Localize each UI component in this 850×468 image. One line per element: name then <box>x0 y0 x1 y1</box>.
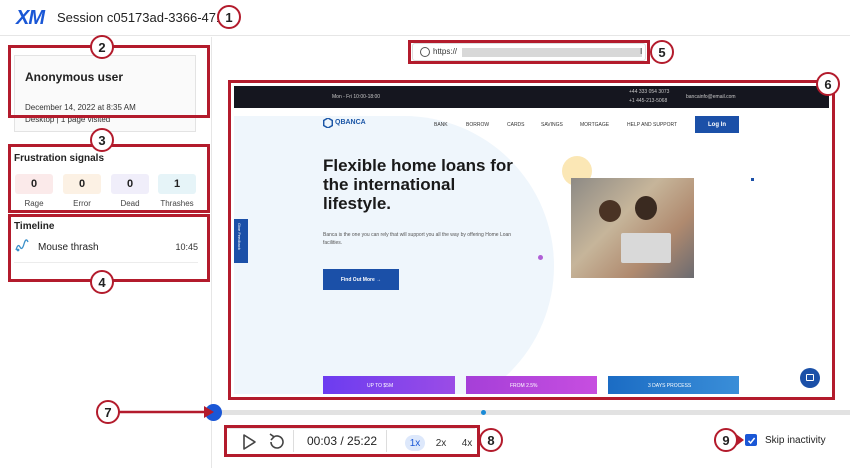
callout-marker-1: 1 <box>217 5 241 29</box>
hero-headline: Flexible home loans for the internationa… <box>323 156 513 213</box>
signal-rage-label: Rage <box>24 199 44 208</box>
decor-dot-2 <box>751 178 754 181</box>
speed-4x-button[interactable]: 4x <box>457 435 477 451</box>
url-suffix: l <box>640 47 642 56</box>
timeline-event[interactable]: Mouse thrash 10:45 <box>14 237 198 263</box>
signal-rage-count[interactable]: 0 <box>15 174 53 194</box>
session-device: Desktop | 1 page visited <box>25 115 111 124</box>
controls-divider <box>293 430 294 452</box>
mouse-thrash-icon <box>15 239 29 252</box>
session-title: Session c05173ad-3366-4718 <box>57 10 231 25</box>
timeline-event-label: Mouse thrash <box>38 242 99 253</box>
playback-time: 00:03 / 25:22 <box>307 434 378 448</box>
url-redacted <box>462 48 642 57</box>
user-name: Anonymous user <box>25 70 124 84</box>
site-nav-borrow[interactable]: BORROW <box>466 122 489 128</box>
callout-marker-9: 9 <box>714 428 738 452</box>
signal-error-label: Error <box>73 199 91 208</box>
decor-dot <box>538 255 543 260</box>
play-icon[interactable] <box>239 432 259 452</box>
site-phone-2: +1 445-213-5068 <box>629 98 668 104</box>
site-phone-1: +44 333 054 3073 <box>629 89 670 95</box>
signal-error-count[interactable]: 0 <box>63 174 101 194</box>
callout-marker-3: 3 <box>90 128 114 152</box>
callout-marker-5: 5 <box>650 40 674 64</box>
site-nav-help[interactable]: HELP AND SUPPORT <box>627 122 677 128</box>
timeline-title: Timeline <box>14 221 55 232</box>
give-feedback-tab[interactable]: Give Feedback <box>234 219 248 263</box>
signal-dead-count[interactable]: 0 <box>111 174 149 194</box>
skip-inactivity-label[interactable]: Skip inactivity <box>765 435 826 446</box>
site-brand: QBANCA <box>335 119 366 126</box>
speed-1x-button[interactable]: 1x <box>405 435 425 451</box>
site-nav-cards[interactable]: CARDS <box>507 122 525 128</box>
user-card: Anonymous user December 14, 2022 at 8:35… <box>14 55 196 132</box>
promo-card-1-label: UP TO $5M <box>367 383 394 389</box>
give-feedback-label: Give Feedback <box>237 223 242 250</box>
url-prefix: https:// <box>433 47 458 56</box>
callout-arrow-7 <box>118 406 214 418</box>
signal-thrashes-count[interactable]: 1 <box>158 174 196 194</box>
signal-dead-label: Dead <box>120 199 140 208</box>
globe-icon <box>420 47 430 57</box>
session-date: December 14, 2022 at 8:35 AM <box>25 103 136 112</box>
find-out-more-button[interactable]: Find Out More → <box>323 269 399 290</box>
speed-2x-button[interactable]: 2x <box>431 435 451 451</box>
skip-inactivity-checkbox[interactable] <box>745 434 757 446</box>
progress-track[interactable] <box>212 410 850 415</box>
site-nav-bank[interactable]: BANK <box>434 122 448 128</box>
frustration-signals-title: Frustration signals <box>14 153 105 164</box>
callout-marker-7: 7 <box>96 400 120 424</box>
callout-marker-8: 8 <box>479 428 503 452</box>
callout-marker-6: 6 <box>816 72 840 96</box>
site-email: bancainfo@email.com <box>686 94 736 100</box>
callout-marker-4: 4 <box>90 270 114 294</box>
app-header: XM Session c05173ad-3366-4718 <box>0 0 850 36</box>
callout-marker-2: 2 <box>90 35 114 59</box>
site-nav-mortgage[interactable]: MORTGAGE <box>580 122 609 128</box>
url-bar: https:// l <box>412 43 646 61</box>
chat-bubble-icon[interactable] <box>800 368 820 388</box>
promo-card-2-label: FROM 2.5% <box>510 383 538 389</box>
promo-card-2[interactable]: FROM 2.5% <box>466 376 597 394</box>
session-replay-viewport[interactable]: Mon - Fri 10:00-18:00 +44 333 054 3073 +… <box>234 86 829 394</box>
hero-description: Banca is the one you can rely that will … <box>323 232 512 246</box>
site-nav-savings[interactable]: SAVINGS <box>541 122 563 128</box>
timeline-event-time: 10:45 <box>175 242 198 252</box>
site-hours: Mon - Fri 10:00-18:00 <box>332 94 381 100</box>
signal-thrashes-label: Thrashes <box>160 199 194 208</box>
check-icon <box>747 437 755 444</box>
xm-logo: XM <box>16 7 45 29</box>
promo-card-3[interactable]: 3 DAYS PROCESS <box>608 376 739 394</box>
controls-divider-2 <box>386 430 387 452</box>
site-topbar: Mon - Fri 10:00-18:00 +44 333 054 3073 +… <box>234 86 829 108</box>
site-login-button[interactable]: Log In <box>695 116 739 133</box>
brand-hexagon-icon <box>323 118 333 128</box>
promo-card-3-label: 3 DAYS PROCESS <box>648 383 692 389</box>
promo-card-1[interactable]: UP TO $5M <box>323 376 455 394</box>
hero-photo <box>571 178 694 278</box>
restart-icon[interactable] <box>266 432 288 452</box>
